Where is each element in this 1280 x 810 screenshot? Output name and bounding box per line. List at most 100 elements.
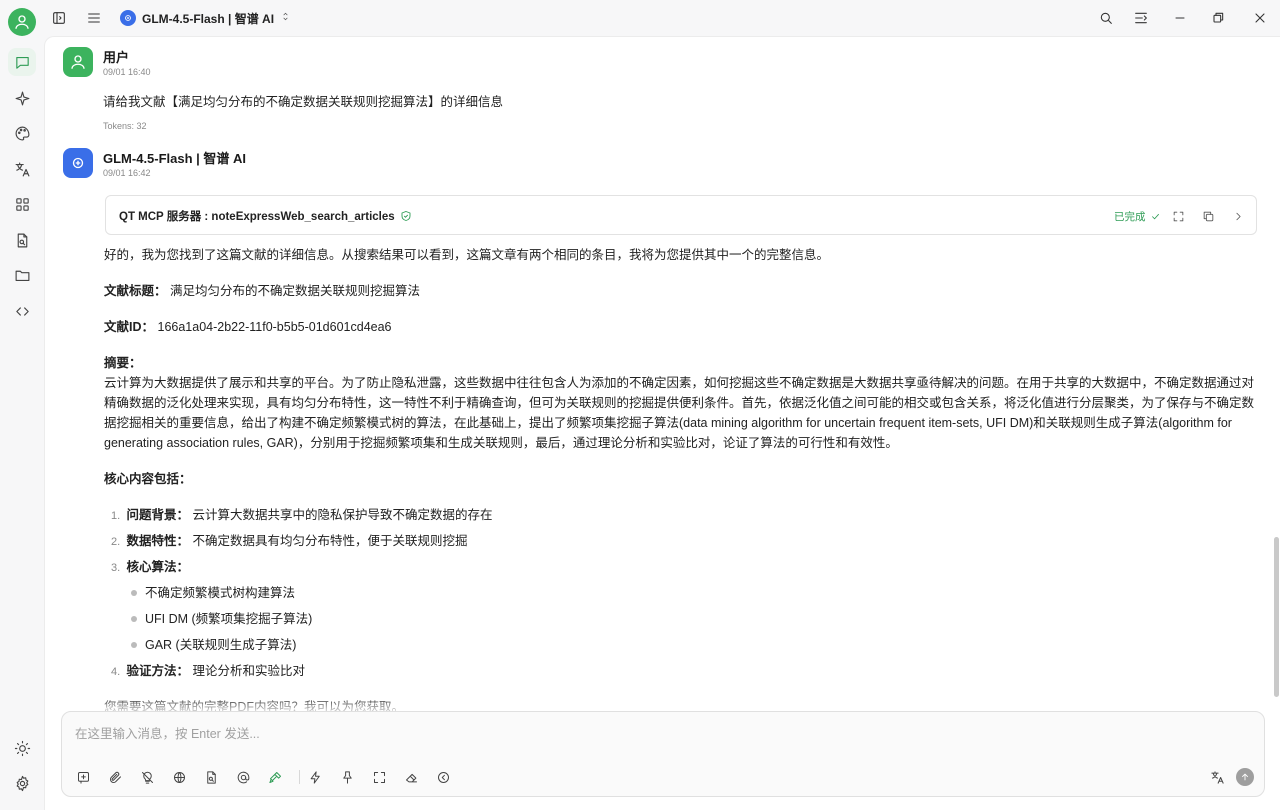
web-search-button[interactable] [170,768,188,786]
window-close-button[interactable] [1250,8,1270,28]
check-icon [1151,213,1159,220]
sun-icon [14,740,30,756]
lightning-icon [310,770,320,784]
clear-messages-button[interactable] [402,768,420,786]
new-chat-icon [77,771,89,784]
zhipu-logo-icon [72,157,84,169]
ai-message-avatar [63,148,93,178]
minimize-icon [1175,17,1185,19]
folder-icon [15,270,29,281]
quick-phrases-button[interactable] [306,768,324,786]
user-message-name: 用户 [103,50,130,65]
core-content-heading: 核心内容包括： [104,472,192,486]
close-icon [1255,13,1265,23]
collapse-toolbar-button[interactable] [434,768,452,786]
sidebar [0,0,44,810]
layout-button[interactable] [1131,8,1151,28]
code-icon [15,306,29,316]
copy-icon [1203,211,1213,221]
mcp-tools-button[interactable] [266,768,284,786]
chevron-updown-icon [280,11,291,25]
scrollbar-thumb[interactable] [1274,537,1279,697]
document-search-icon [206,770,216,784]
sidebar-chat-button[interactable] [8,48,36,76]
window-minimize-button[interactable] [1170,8,1190,28]
at-sign-icon [237,771,249,783]
list-item: 1. 问题背景： 云计算大数据共享中的隐私保护导致不确定数据的存在 [111,508,493,522]
tool-call-label: QT MCP 服务器 : noteExpressWeb_search_artic… [119,208,412,224]
attach-button[interactable] [106,768,124,786]
chevron-right-icon [1235,212,1241,220]
lightbulb-off-icon [141,771,153,784]
sparkle-icon [15,91,29,105]
abstract-heading: 摘要： [104,356,142,370]
sidebar-code-button[interactable] [8,297,36,325]
topbar: GLM-4.5-Flash | 智谱 AI [44,0,1280,36]
sidebar-panel-icon [53,12,65,24]
sidebar-folder-button[interactable] [8,261,36,289]
model-name: GLM-4.5-Flash | 智谱 AI [142,11,275,26]
tool-open-button[interactable] [1230,208,1246,224]
clear-context-button[interactable] [338,768,356,786]
user-message-text: 请给我文献【满足均匀分布的不确定数据关联规则挖掘算法】的详细信息 [103,95,504,109]
model-selector[interactable]: GLM-4.5-Flash | 智谱 AI [120,8,291,28]
sidebar-agents-button[interactable] [8,84,36,112]
window-restore-button[interactable] [1208,8,1228,28]
translate-icon [15,162,29,176]
thinking-toggle-button[interactable] [138,768,156,786]
sidebar-apps-button[interactable] [8,190,36,218]
gear-icon [16,775,28,791]
knowledge-base-button[interactable] [202,768,220,786]
search-button[interactable] [1096,8,1116,28]
sidebar-settings-button[interactable] [8,769,36,797]
topic-list-button[interactable] [84,8,104,28]
message-input[interactable] [75,724,975,744]
pin-icon [342,770,352,784]
globe-icon [173,771,185,783]
mcp-tool-call-card[interactable]: QT MCP 服务器 : noteExpressWeb_search_artic… [105,195,1257,235]
chat-icon [15,56,29,69]
layout-icon [1135,12,1147,24]
tool-copy-button[interactable] [1200,208,1216,224]
expand-input-button[interactable] [370,768,388,786]
list-item: 3. 核心算法： [111,560,189,574]
toggle-sidebar-button[interactable] [49,8,69,28]
menu-icon [88,13,100,23]
sidebar-files-button[interactable] [8,226,36,254]
palette-icon [15,126,29,140]
chevron-left-circle-icon [437,771,449,783]
token-count: Tokens: 32 [103,121,147,131]
sidebar-translate-button[interactable] [8,155,36,183]
ai-intro-text: 好的，我为您找到了这篇文献的详细信息。从搜索结果可以看到，这篇文章有两个相同的条… [104,248,830,262]
toolbar-divider [299,770,300,784]
message-composer [61,711,1265,797]
list-item: 2. 数据特性： 不确定数据具有均匀分布特性，便于关联规则挖掘 [111,534,468,548]
eraser-icon [405,773,417,782]
tool-expand-button[interactable] [1170,208,1186,224]
user-icon [15,15,29,29]
translate-button[interactable] [1208,768,1226,786]
sub-list-item: GAR (关联规则生成子算法) [131,635,296,655]
send-button[interactable] [1236,768,1254,786]
grid-icon [15,197,29,211]
sidebar-paint-button[interactable] [8,119,36,147]
tool-status: 已完成 [1114,209,1161,224]
abstract-text: 云计算为大数据提供了展示和共享的平台。为了防止隐私泄露，这些数据中往往包含人为添… [104,376,1255,450]
user-icon [71,55,85,69]
user-message-time: 09/01 16:40 [103,67,151,77]
ai-message-time: 09/01 16:42 [103,168,151,178]
article-title-row: 文献标题： 满足均匀分布的不确定数据关联规则挖掘算法 [104,284,421,298]
user-avatar[interactable] [8,8,36,36]
shield-check-icon [401,211,411,221]
ai-message-name: GLM-4.5-Flash | 智谱 AI [103,151,247,166]
restore-icon [1213,12,1224,23]
sidebar-theme-button[interactable] [8,734,36,762]
expand-icon [373,771,385,783]
translate-icon [1210,770,1224,784]
mention-model-button[interactable] [234,768,252,786]
new-topic-button[interactable] [74,768,92,786]
paperclip-icon [109,771,121,783]
zhipu-logo-icon [120,10,136,26]
arrow-up-icon [1242,773,1248,781]
sub-list-item: 不确定频繁模式树构建算法 [131,583,295,603]
